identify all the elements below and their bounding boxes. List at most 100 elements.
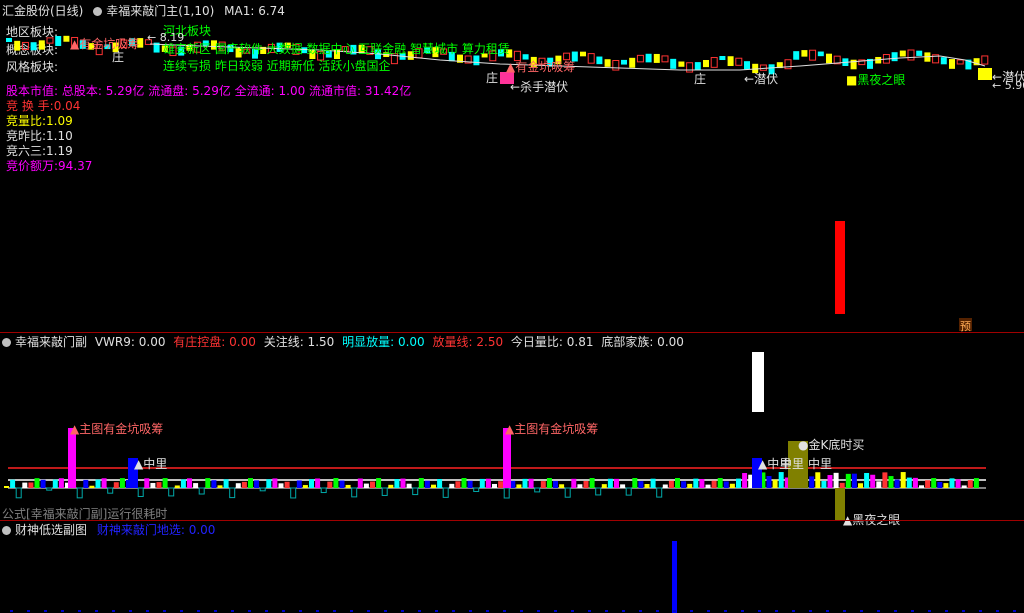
sub1-bar [241, 481, 247, 488]
candle [46, 37, 54, 44]
sub2-dot [350, 610, 353, 612]
sub1-bar [357, 478, 363, 488]
zhongli-label-4: 中里 [808, 457, 833, 471]
sub1-bar [583, 480, 589, 488]
sub1-bar [577, 484, 583, 488]
candle [580, 51, 586, 57]
sub1-bar [381, 487, 388, 496]
sub2-dot [78, 610, 81, 612]
sub2-dot [945, 610, 948, 612]
sub1-bar [388, 484, 394, 488]
sub1-bar [851, 473, 857, 488]
sub2-dot [180, 610, 183, 612]
candle [956, 59, 964, 65]
candle [801, 50, 808, 57]
candle [727, 56, 734, 67]
sub1-bar [266, 479, 272, 488]
candle [735, 57, 743, 66]
candle [6, 38, 12, 42]
sub1-bar [662, 484, 668, 488]
sub2-dot [741, 610, 744, 612]
sub1-bar [955, 479, 961, 488]
sub1-bar [363, 483, 369, 488]
sub1-bar [376, 478, 382, 488]
sub2-dot [826, 610, 829, 612]
candle [38, 40, 45, 50]
candle [63, 35, 70, 42]
sub1-bar [479, 478, 485, 488]
concept-value: 雄安新区 国产软件 大数据 数据中心 互联金融 智慧城市 算力租赁 [163, 42, 510, 56]
shashou-label: ←杀手潜伏 [510, 80, 569, 94]
sub1-bar [156, 482, 162, 488]
sub2-dot [10, 610, 13, 612]
sub2-dot [1013, 610, 1016, 612]
sub1-bar [235, 483, 241, 488]
sub1-bar [736, 478, 741, 488]
zhutu-bar-1 [68, 428, 76, 488]
sub1-bar [571, 478, 577, 488]
candle [21, 41, 29, 51]
sub1-bar [205, 478, 211, 488]
sub1-bar [144, 478, 150, 488]
sub1-bar [717, 478, 723, 488]
candle [604, 59, 611, 67]
jink-label: ●金K底时买 [798, 438, 865, 452]
sub2-dot [894, 610, 897, 612]
sub1-bar [821, 480, 827, 488]
sub1-bar [22, 482, 28, 488]
sub1-bar [34, 478, 40, 488]
zhutu-bar-2 [503, 428, 511, 488]
sub1-bar [351, 487, 358, 498]
sub2-dot [809, 610, 812, 612]
sub2-dot [588, 610, 591, 612]
sub2-dot [622, 610, 625, 612]
sub2-dot [860, 610, 863, 612]
sub1-bar [467, 480, 473, 488]
sub1-bar [58, 478, 64, 488]
sub2-dot [911, 610, 914, 612]
sub2-dot [486, 610, 489, 612]
candle [636, 54, 644, 63]
candle [907, 49, 915, 61]
candle [809, 49, 817, 61]
sub1-bar [248, 478, 253, 488]
sub1-bar [516, 484, 522, 488]
sub1-bar [76, 487, 83, 499]
sub1-bar [827, 475, 833, 488]
candle [981, 55, 989, 65]
sub1-bar [223, 479, 229, 488]
sub1-bar [845, 473, 851, 488]
sub2-dot [282, 610, 285, 612]
jinkeng-label-2: ▲有金坑吸筹 [506, 60, 576, 74]
sub1-bar [394, 479, 400, 488]
sub2-dot [537, 610, 540, 612]
sub1-bar [742, 473, 748, 488]
sub1-bar [625, 487, 632, 496]
sub1-bar [687, 483, 693, 488]
sub1-bar [259, 487, 266, 492]
sub2-signal-bar [672, 541, 677, 613]
candle [949, 59, 955, 69]
sub1-bar [315, 478, 321, 488]
candle [719, 56, 726, 61]
sub2-dot [95, 610, 98, 612]
sub1-bar [888, 476, 894, 488]
zhongli-label-1: ▲中里 [134, 457, 168, 471]
sub1-bar [83, 479, 89, 488]
candle [621, 59, 627, 65]
sub1-bar [723, 481, 729, 488]
sub1-bar [973, 478, 979, 488]
sub2-dot [265, 610, 268, 612]
sub2-dot [775, 610, 778, 612]
sub2-chart[interactable] [0, 521, 1024, 613]
sub1-bar [534, 487, 541, 493]
candle [710, 57, 718, 68]
sub1-bar [461, 478, 467, 488]
sub1-bar [937, 481, 943, 488]
sub2-dot [656, 610, 659, 612]
sub2-dot [61, 610, 64, 612]
candle [686, 62, 694, 73]
sub1-bar [656, 487, 663, 498]
main-chart[interactable] [0, 0, 1024, 332]
sub2-dot [299, 610, 302, 612]
